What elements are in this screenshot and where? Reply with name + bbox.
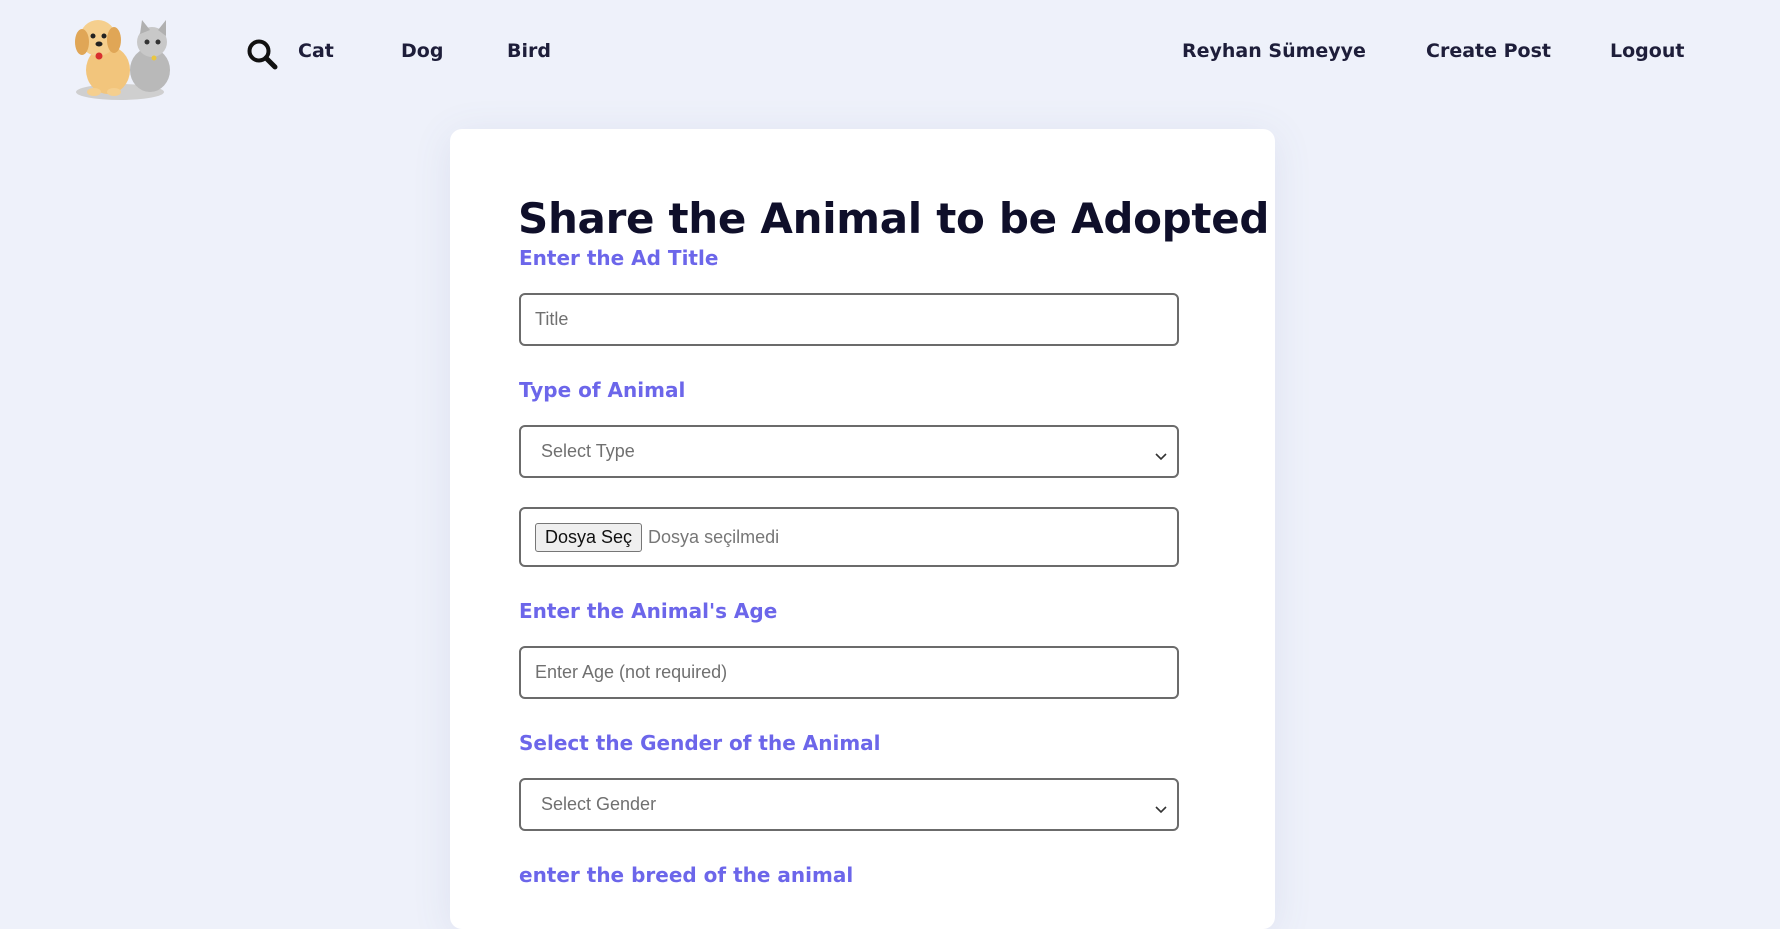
animal-type-selected: Select Type: [541, 441, 635, 461]
logo-dog-cat-icon[interactable]: [70, 12, 176, 102]
image-file-input[interactable]: Dosya Seç Dosya seçilmedi: [519, 507, 1179, 567]
nav-create-post[interactable]: Create Post: [1426, 40, 1551, 62]
nav-user-name[interactable]: Reyhan Sümeyye: [1182, 40, 1366, 62]
file-status-text: Dosya seçilmedi: [648, 526, 780, 547]
animal-gender-select[interactable]: Select Gender: [519, 778, 1179, 831]
choose-file-button[interactable]: Dosya Seç: [535, 522, 643, 552]
nav-link-dog[interactable]: Dog: [401, 40, 443, 62]
animal-type-select[interactable]: Select Type: [519, 425, 1179, 478]
chevron-down-icon: [1155, 446, 1167, 461]
animal-breed-label: enter the breed of the animal: [519, 863, 854, 887]
animal-age-input[interactable]: [519, 646, 1179, 699]
page-title: Share the Animal to be Adopted: [518, 194, 1270, 243]
animal-type-label: Type of Animal: [519, 378, 686, 402]
nav-link-cat[interactable]: Cat: [298, 40, 334, 62]
ad-title-input[interactable]: [519, 293, 1179, 346]
nav-link-bird[interactable]: Bird: [507, 40, 551, 62]
animal-age-label: Enter the Animal's Age: [519, 599, 778, 623]
ad-title-label: Enter the Ad Title: [519, 246, 719, 270]
nav-logout[interactable]: Logout: [1610, 40, 1684, 62]
chevron-down-icon: [1155, 799, 1167, 814]
animal-gender-label: Select the Gender of the Animal: [519, 731, 881, 755]
search-icon[interactable]: [246, 38, 278, 70]
navbar: Cat Dog Bird Reyhan Sümeyye Create Post …: [0, 0, 1780, 108]
animal-gender-selected: Select Gender: [541, 794, 657, 814]
